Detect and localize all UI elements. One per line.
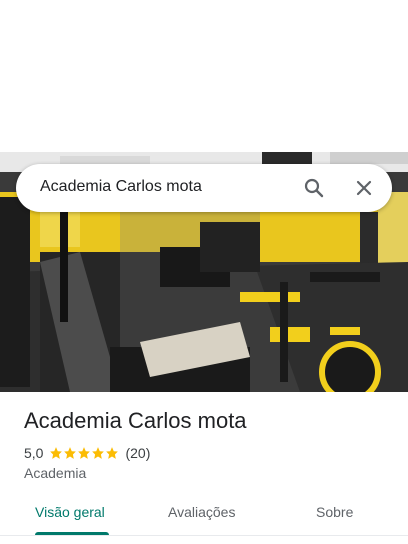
- star-icon: [50, 447, 63, 459]
- tabs-divider: [0, 535, 408, 536]
- star-icon: [106, 447, 119, 459]
- rating-value: 5,0: [24, 445, 44, 461]
- tab-visao-geral[interactable]: Visão geral: [35, 504, 105, 520]
- blank-header-area: [0, 0, 408, 152]
- close-icon[interactable]: [352, 176, 376, 200]
- search-bar[interactable]: Academia Carlos mota: [16, 164, 392, 212]
- rating-row[interactable]: 5,0 (20): [24, 444, 150, 462]
- star-icon: [92, 447, 105, 459]
- star-icon: [78, 447, 91, 459]
- tab-sobre[interactable]: Sobre: [316, 504, 353, 520]
- star-icon: [64, 447, 77, 459]
- reviews-count[interactable]: (20): [125, 445, 150, 461]
- place-tabs: Visão geral Avaliações Sobre: [0, 496, 408, 536]
- place-name: Academia Carlos mota: [24, 408, 247, 433]
- place-category[interactable]: Academia: [24, 465, 86, 481]
- search-icon[interactable]: [302, 176, 326, 200]
- search-input[interactable]: Academia Carlos mota: [40, 178, 202, 196]
- star-rating: [49, 446, 119, 460]
- tab-avaliacoes[interactable]: Avaliações: [168, 504, 235, 520]
